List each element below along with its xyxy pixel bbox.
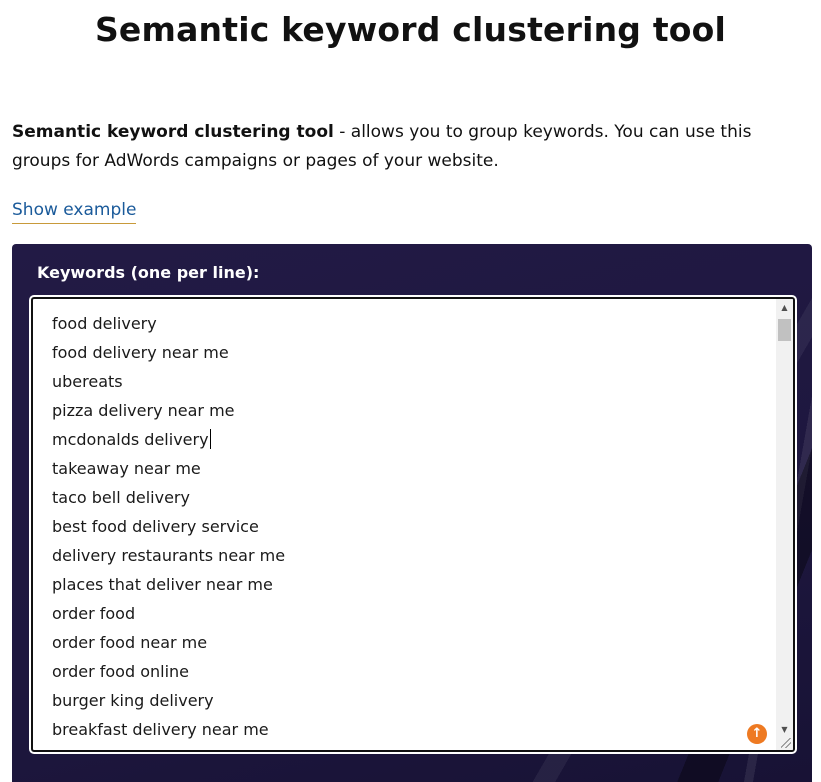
tool-name: Semantic keyword clustering tool xyxy=(12,122,334,142)
keywords-textarea[interactable]: food delivery food delivery near me uberea… xyxy=(31,297,795,752)
keywords-label: Keywords (one per line): xyxy=(37,263,260,282)
keyword-line: order food online xyxy=(52,662,190,681)
arrow-up-circle-icon[interactable]: ↑ xyxy=(747,724,767,744)
resize-grip-icon[interactable] xyxy=(781,738,791,748)
keyword-line: food delivery near me xyxy=(52,343,229,362)
triangle-up-icon[interactable]: ▲ xyxy=(776,299,793,316)
textarea-scrollbar[interactable]: ▲ ▼ xyxy=(776,299,793,750)
show-example-link[interactable]: Show example xyxy=(12,197,137,224)
keyword-line: breakfast delivery near me xyxy=(52,720,269,739)
keyword-line: ubereats xyxy=(52,372,123,391)
keyword-line: order food near me xyxy=(52,633,208,652)
page: Semantic keyword clustering tool Semanti… xyxy=(0,0,821,782)
text-cursor xyxy=(209,429,211,449)
keyword-line: places that deliver near me xyxy=(52,575,273,594)
keyword-line: best food delivery service xyxy=(52,517,259,536)
keyword-line: mcdonalds delivery xyxy=(52,429,211,449)
triangle-down-icon[interactable]: ▼ xyxy=(776,721,793,738)
page-title: Semantic keyword clustering tool xyxy=(94,10,727,49)
keyword-line: taco bell delivery xyxy=(52,488,190,507)
keywords-list[interactable]: food delivery food delivery near me uberea… xyxy=(33,299,793,744)
scrollbar-thumb[interactable] xyxy=(778,319,791,341)
keyword-line: takeaway near me xyxy=(52,459,201,478)
keywords-form-panel: Keywords (one per line): food delivery fo… xyxy=(12,244,812,782)
tool-description: Semantic keyword clustering tool - allow… xyxy=(12,118,802,176)
keyword-line: delivery restaurants near me xyxy=(52,546,286,565)
keyword-line: food delivery xyxy=(52,314,157,333)
keyword-line: pizza delivery near me xyxy=(52,401,235,420)
keyword-line: burger king delivery xyxy=(52,691,214,710)
keyword-line: order food xyxy=(52,604,136,623)
